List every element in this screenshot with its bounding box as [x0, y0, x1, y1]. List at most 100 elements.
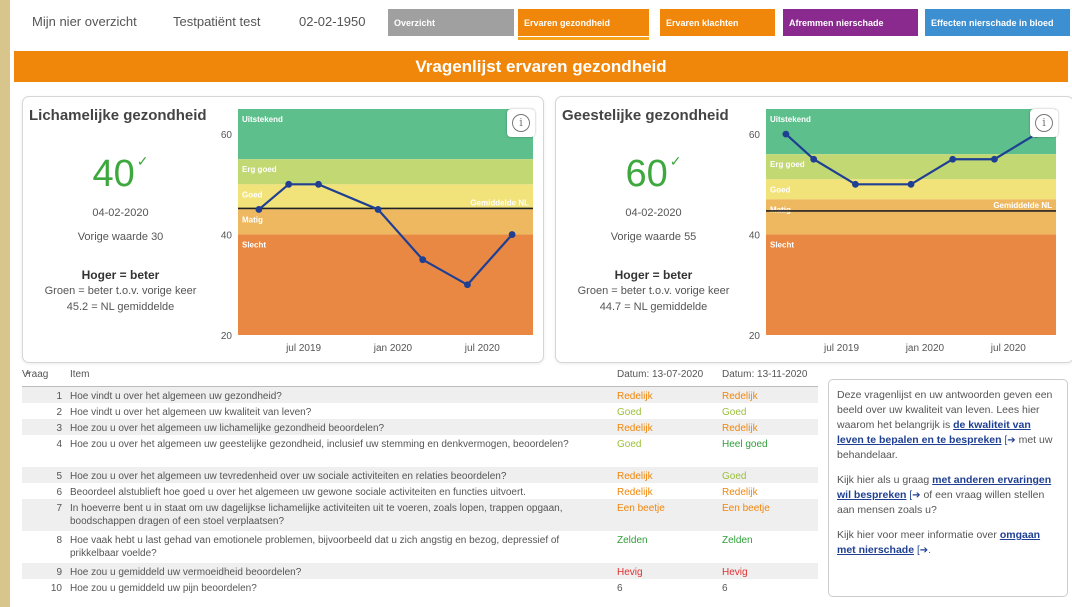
sort-asc-icon: ▲: [24, 369, 31, 376]
score-value: 40 ✓: [23, 153, 218, 196]
row-question: Hoe zou u over het algemeen uw lichameli…: [70, 423, 385, 434]
y-tick-label: 40: [749, 231, 761, 242]
tab-ervaren-klachten[interactable]: Ervaren klachten: [660, 9, 775, 36]
higher-is-better: Hoger = beter: [81, 268, 160, 282]
row-question: Hoe vindt u over het algemeen uw gezondh…: [70, 391, 282, 402]
data-point[interactable]: [907, 180, 915, 188]
data-point[interactable]: [285, 180, 293, 188]
info-button[interactable]: i: [507, 109, 535, 137]
row-number: 7: [56, 503, 62, 514]
data-point[interactable]: [991, 155, 998, 163]
tab-ervaren-gezondheid[interactable]: Ervaren gezondheid: [518, 9, 649, 40]
table-row: 7 In hoeverre bent u in staat om uw dagel…: [22, 499, 818, 531]
checkmark-icon: ✓: [136, 153, 149, 169]
x-tick-label: jul 2019: [823, 343, 859, 354]
answer-date1: Redelijk: [617, 487, 653, 498]
patient-name: Testpatiënt test: [173, 14, 261, 29]
mental-health-card: Geestelijke gezondheid 60 ✓ 04-02-2020 Vo…: [555, 96, 1072, 363]
data-point[interactable]: [949, 155, 957, 163]
band-label: Goed: [242, 190, 263, 199]
table-body: 1 Hoe vindt u over het algemeen uw gezond…: [22, 387, 818, 595]
band-label: Goed: [770, 185, 791, 194]
answer-date2: Een beetje: [722, 503, 770, 514]
data-point[interactable]: [852, 180, 859, 188]
table-row: 5 Hoe zou u over het algemeen uw tevreden…: [22, 467, 818, 483]
tab-label: Ervaren klachten: [666, 18, 739, 28]
tab-effecten-nierschade[interactable]: Effecten nierschade in bloed: [925, 9, 1070, 36]
row-number: 4: [56, 439, 62, 450]
tab-label: Afremmen nierschade: [789, 18, 884, 28]
row-number: 1: [56, 391, 62, 402]
legend-green: Groen = beter t.o.v. vorige keer: [44, 285, 197, 297]
reference-label: Gemiddelde NL: [470, 198, 529, 207]
band-label: Matig: [242, 215, 263, 224]
score-number: 60: [625, 153, 668, 195]
score-value: 60 ✓: [556, 153, 751, 196]
info-text: Kijk hier voor meer informatie over: [837, 529, 997, 541]
data-point[interactable]: [419, 256, 427, 264]
physical-health-chart: Uitstekend Erg goed Goed Matig Slecht 60 40 20 j…: [221, 109, 533, 354]
band-label: Erg goed: [770, 160, 805, 169]
legend-nl: 45.2 = NL gemiddelde: [66, 301, 175, 313]
table-row: 4 Hoe zou u over het algemeen uw geesteli…: [22, 435, 818, 467]
answer-date2: Redelijk: [722, 423, 758, 434]
answer-date2: 6: [722, 583, 728, 594]
data-point[interactable]: [508, 231, 516, 238]
table-row: 1 Hoe vindt u over het algemeen uw gezond…: [22, 387, 818, 403]
checkmark-icon: ✓: [669, 153, 682, 169]
external-link-icon: [➔: [1004, 435, 1016, 446]
external-link-icon: [➔: [916, 545, 929, 556]
y-tick-label: 20: [749, 331, 761, 342]
info-paragraph-1: Deze vragenlijst en uw antwoorden geven …: [837, 388, 1059, 463]
table-row: 8 Hoe vaak hebt u last gehad van emotione…: [22, 531, 818, 563]
tab-label: Effecten nierschade in bloed: [931, 18, 1054, 28]
band-label: Slecht: [242, 241, 266, 250]
band-1: [238, 159, 533, 185]
data-point[interactable]: [374, 206, 382, 213]
data-point[interactable]: [315, 180, 322, 188]
previous-value: Vorige waarde 30: [77, 231, 164, 243]
band-label: Matig: [770, 205, 791, 214]
table-row: 2 Hoe vindt u over het algemeen uw kwalit…: [22, 403, 818, 419]
answer-date1: Redelijk: [617, 471, 653, 482]
y-tick-label: 60: [221, 130, 233, 141]
table-header: Vraag ▲ Item Datum: 13-07-2020 Datum: 13…: [22, 364, 818, 387]
info-icon: i: [1035, 114, 1053, 132]
band-4: [766, 234, 1056, 335]
info-button[interactable]: i: [1030, 109, 1058, 137]
tab-overzicht[interactable]: Overzicht: [388, 9, 514, 36]
band-label: Uitstekend: [770, 115, 811, 124]
active-tab-indicator: [518, 37, 649, 40]
y-tick-label: 20: [221, 331, 233, 342]
answer-date1: Redelijk: [617, 391, 653, 402]
card-title: Geestelijke gezondheid: [562, 107, 729, 124]
answer-date2: Heel goed: [722, 439, 768, 450]
col-header-date1[interactable]: Datum: 13-07-2020: [617, 369, 703, 380]
data-point[interactable]: [810, 155, 818, 163]
row-question: Hoe zou u gemiddeld uw vermoeidheid beoo…: [70, 567, 302, 578]
app-window: Mijn nier overzicht Testpatiënt test 02-…: [10, 0, 1072, 607]
answer-date1: Redelijk: [617, 423, 653, 434]
table-row: 6 Beoordeel alstublieft hoe goed u over h…: [22, 483, 818, 499]
answer-date2: Goed: [722, 407, 747, 418]
data-point[interactable]: [782, 130, 790, 138]
col-header-date2[interactable]: Datum: 13-11-2020: [722, 369, 807, 380]
band-label: Uitstekend: [242, 115, 283, 124]
tab-label: Ervaren gezondheid: [524, 18, 611, 28]
info-paragraph-3: Kijk hier voor meer informatie over omga…: [837, 528, 1059, 558]
tab-afremmen-nierschade[interactable]: Afremmen nierschade: [783, 9, 918, 36]
data-point[interactable]: [255, 206, 263, 213]
reference-label: Gemiddelde NL: [993, 201, 1052, 210]
top-bar: Mijn nier overzicht Testpatiënt test 02-…: [10, 0, 1072, 46]
table-row: 10 Hoe zou u gemiddeld uw pijn beoordelen…: [22, 579, 818, 595]
higher-is-better: Hoger = beter: [614, 268, 693, 282]
answer-date1: 6: [617, 583, 623, 594]
tab-label: Overzicht: [394, 18, 436, 28]
y-tick-label: 60: [749, 130, 761, 141]
row-question: Hoe zou u over het algemeen uw tevredenh…: [70, 471, 507, 482]
external-link-icon: [➔: [909, 490, 921, 501]
col-header-item[interactable]: Item: [70, 369, 89, 380]
legend-nl: 44.7 = NL gemiddelde: [599, 301, 708, 313]
data-point[interactable]: [464, 281, 471, 289]
score-number: 40: [92, 153, 135, 195]
